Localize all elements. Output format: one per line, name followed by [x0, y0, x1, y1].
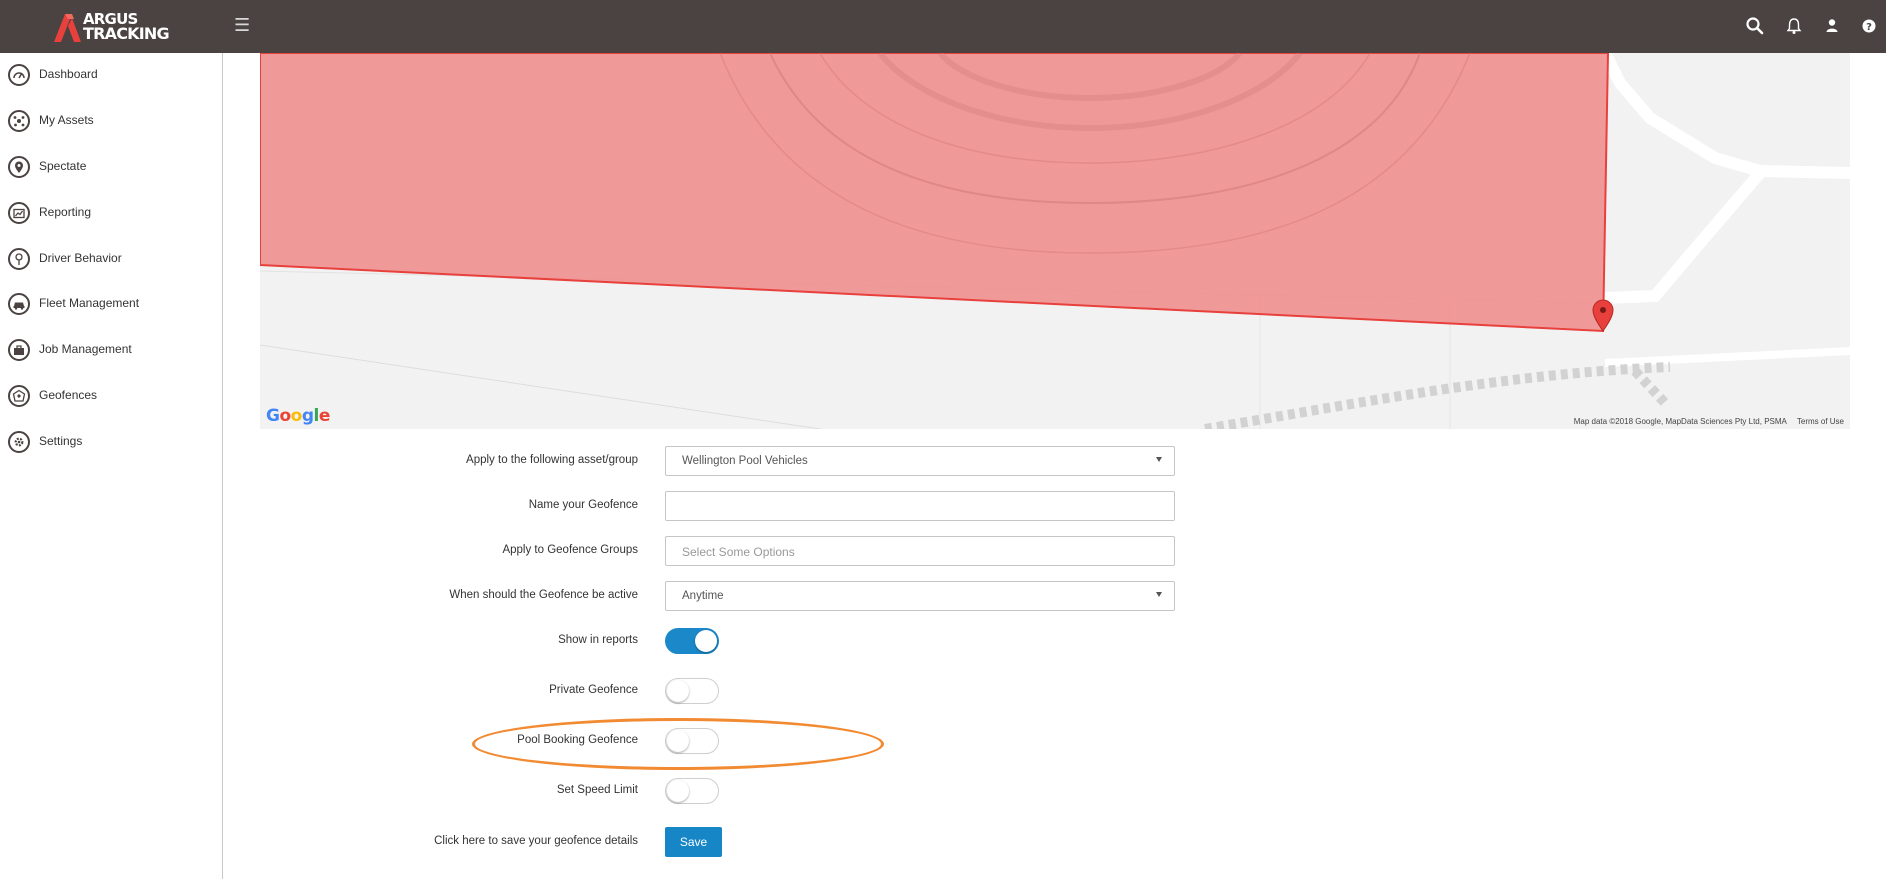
- help-icon[interactable]: ?: [1859, 16, 1879, 36]
- briefcase-icon: [8, 339, 30, 361]
- geofence-map[interactable]: Google Map data ©2018 Google, MapData Sc…: [260, 53, 1850, 429]
- private-geofence-label: Private Geofence: [549, 684, 638, 696]
- active-schedule-label: When should the Geofence be active: [449, 589, 638, 601]
- show-in-reports-label: Show in reports: [558, 634, 638, 646]
- sidebar-item-label: Reporting: [39, 205, 92, 219]
- pool-booking-label: Pool Booking Geofence: [517, 734, 638, 746]
- argus-tracking-logo[interactable]: ARGUS TRACKING: [52, 10, 172, 42]
- chevron-down-icon: [1156, 457, 1162, 462]
- form-row-name: Name your Geofence: [260, 491, 1260, 523]
- speed-limit-toggle[interactable]: [665, 778, 719, 804]
- chevron-down-icon: [1156, 592, 1162, 597]
- speed-limit-label: Set Speed Limit: [556, 784, 638, 796]
- form-row-speed-limit: Set Speed Limit: [260, 776, 1260, 808]
- sidebar-item-my-assets[interactable]: My Assets: [0, 104, 222, 138]
- map-data-text: Map data ©2018 Google, MapData Sciences …: [1573, 417, 1787, 426]
- sidebar-item-dashboard[interactable]: Dashboard: [0, 58, 222, 92]
- geofence-name-input[interactable]: [665, 491, 1175, 521]
- sidebar-item-label: Geofences: [39, 388, 98, 402]
- save-hint-label: Click here to save your geofence details: [434, 835, 638, 847]
- map-attribution: Map data ©2018 Google, MapData Sciences …: [1574, 417, 1850, 426]
- toggle-knob: [695, 630, 717, 652]
- asset-group-value: Wellington Pool Vehicles: [682, 455, 808, 467]
- geofence-groups-label: Apply to Geofence Groups: [502, 544, 638, 556]
- geofence-groups-select[interactable]: Select Some Options: [665, 536, 1175, 566]
- save-button[interactable]: Save: [665, 827, 722, 857]
- logo-text-line2: TRACKING: [83, 24, 170, 43]
- sidebar-item-label: Driver Behavior: [39, 251, 122, 265]
- sidebar-item-label: Fleet Management: [39, 296, 140, 310]
- sidebar: Dashboard My Assets Spectate Reporting D…: [0, 53, 223, 879]
- geofence-groups-placeholder: Select Some Options: [682, 545, 795, 559]
- sidebar-item-label: Spectate: [39, 159, 87, 173]
- search-icon[interactable]: [1745, 16, 1765, 36]
- sidebar-item-label: Job Management: [39, 342, 132, 356]
- active-schedule-select[interactable]: Anytime: [665, 581, 1175, 611]
- gear-icon: [8, 431, 30, 453]
- car-icon: [8, 293, 30, 315]
- sidebar-item-job-management[interactable]: Job Management: [0, 333, 222, 367]
- toggle-knob: [667, 680, 689, 702]
- show-in-reports-toggle[interactable]: [665, 628, 719, 654]
- geofence-name-label: Name your Geofence: [528, 499, 638, 511]
- bell-icon[interactable]: [1784, 16, 1804, 36]
- toggle-knob: [667, 780, 689, 802]
- form-row-groups: Apply to Geofence Groups Select Some Opt…: [260, 536, 1260, 568]
- chart-icon: [8, 202, 30, 224]
- toggle-knob: [667, 730, 689, 752]
- sidebar-item-spectate[interactable]: Spectate: [0, 150, 222, 184]
- geofence-icon: [8, 385, 30, 407]
- top-bar: ARGUS TRACKING ☰ ?: [0, 0, 1886, 53]
- speedometer-icon: [8, 64, 30, 86]
- form-row-active: When should the Geofence be active Anyti…: [260, 581, 1260, 613]
- map-pin-icon: [8, 156, 30, 178]
- hamburger-menu-icon[interactable]: ☰: [234, 15, 252, 35]
- form-row-private: Private Geofence: [260, 676, 1260, 708]
- sidebar-item-label: Settings: [39, 434, 83, 448]
- assets-icon: [8, 110, 30, 132]
- sidebar-item-fleet-management[interactable]: Fleet Management: [0, 287, 222, 321]
- private-geofence-toggle[interactable]: [665, 678, 719, 704]
- driver-icon: [8, 248, 30, 270]
- svg-text:?: ?: [1866, 22, 1872, 33]
- sidebar-item-geofences[interactable]: Geofences: [0, 379, 222, 413]
- active-schedule-value: Anytime: [682, 590, 724, 602]
- sidebar-item-label: My Assets: [39, 113, 94, 127]
- form-row-save: Click here to save your geofence details…: [260, 827, 1260, 859]
- form-row-show-in-reports: Show in reports: [260, 626, 1260, 658]
- user-icon[interactable]: [1822, 16, 1842, 36]
- sidebar-item-reporting[interactable]: Reporting: [0, 196, 222, 230]
- form-row-pool-booking: Pool Booking Geofence: [260, 726, 1260, 758]
- form-row-asset-group: Apply to the following asset/group Welli…: [260, 446, 1260, 478]
- asset-group-label: Apply to the following asset/group: [466, 454, 638, 466]
- map-canvas[interactable]: [260, 53, 1850, 429]
- logo-mark-icon: [54, 14, 81, 42]
- asset-group-select[interactable]: Wellington Pool Vehicles: [665, 446, 1175, 476]
- sidebar-item-driver-behavior[interactable]: Driver Behavior: [0, 242, 222, 276]
- sidebar-item-label: Dashboard: [39, 67, 98, 81]
- google-logo: Google: [266, 406, 330, 426]
- pool-booking-toggle[interactable]: [665, 728, 719, 754]
- terms-of-use-link[interactable]: Terms of Use: [1797, 417, 1844, 426]
- sidebar-item-settings[interactable]: Settings: [0, 425, 222, 459]
